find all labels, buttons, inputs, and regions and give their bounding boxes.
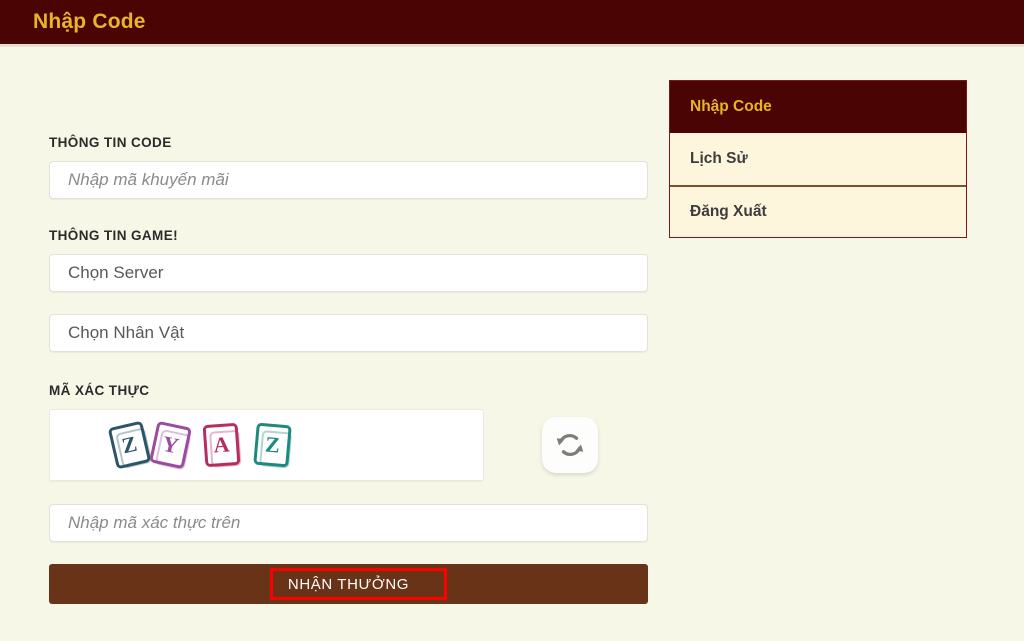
sidebar-menu: Nhập Code Lịch Sử Đăng Xuất — [669, 80, 967, 238]
sidebar-item-lich-su[interactable]: Lịch Sử — [670, 133, 966, 185]
captcha-row: Z Y A Z — [49, 409, 648, 481]
captcha-image: Z Y A Z — [49, 409, 484, 481]
sidebar-item-label: Nhập Code — [690, 98, 772, 115]
app-header: Nhập Code — [0, 0, 1024, 47]
sidebar-item-label: Lịch Sử — [690, 150, 748, 167]
server-select[interactable]: Chọn Server — [49, 254, 648, 292]
captcha-char: A — [202, 422, 241, 468]
submit-reward-button[interactable]: NHẬN THƯỞNG — [49, 564, 648, 604]
code-redeem-form: THÔNG TIN CODE THÔNG TIN GAME! Chọn Serv… — [49, 135, 648, 604]
refresh-icon-glyph — [556, 434, 584, 456]
game-section-label: THÔNG TIN GAME! — [49, 228, 178, 243]
captcha-section-label: MÃ XÁC THỰC — [49, 383, 150, 398]
sidebar-item-dang-xuat[interactable]: Đăng Xuất — [670, 185, 966, 237]
captcha-input[interactable] — [49, 504, 648, 542]
page-title: Nhập Code — [33, 10, 146, 33]
sidebar-item-nhap-code[interactable]: Nhập Code — [670, 81, 966, 133]
submit-button-label: NHẬN THƯỞNG — [287, 575, 410, 593]
character-select[interactable]: Chọn Nhân Vật — [49, 314, 648, 352]
sidebar-item-label: Đăng Xuất — [690, 203, 767, 220]
refresh-icon[interactable] — [542, 417, 598, 473]
captcha-char: Z — [107, 420, 152, 470]
promo-code-input[interactable] — [49, 161, 648, 199]
captcha-char: Z — [253, 422, 292, 468]
code-section-label: THÔNG TIN CODE — [49, 135, 172, 150]
captcha-char: Y — [149, 420, 192, 470]
